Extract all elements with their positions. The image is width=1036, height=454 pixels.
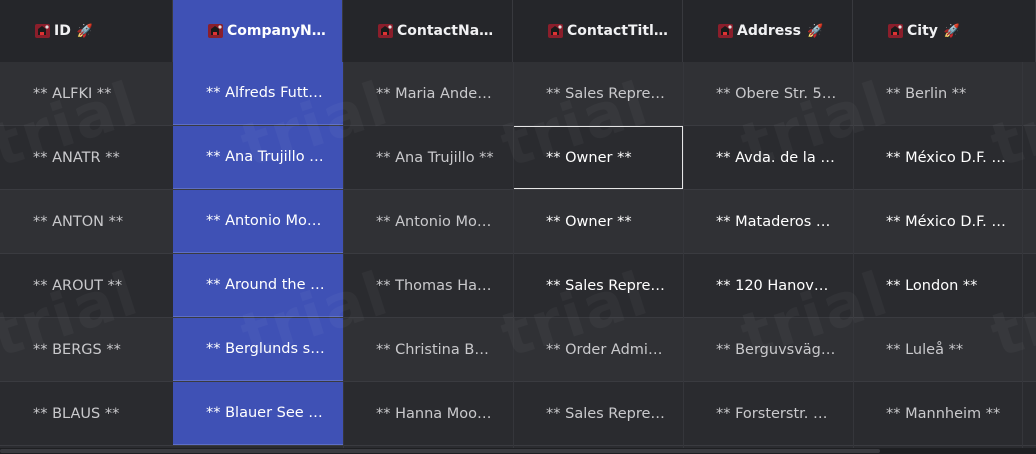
plant-icon <box>207 23 224 39</box>
column-divider <box>513 62 514 454</box>
grid-cell[interactable]: ** Maria Ande… <box>343 62 513 125</box>
column-header-3[interactable]: ContactNa… <box>343 0 513 62</box>
grid-cell[interactable]: ** Sales Repre… <box>513 62 683 125</box>
grid-cell[interactable]: ** Hanna Moo… <box>343 382 513 445</box>
column-divider <box>683 62 684 454</box>
column-divider <box>1022 62 1023 454</box>
column-header-1[interactable]: ID 🚀 <box>0 0 173 62</box>
column-header-label: City <box>907 23 938 39</box>
column-header-6[interactable]: City 🚀 <box>853 0 1036 62</box>
horizontal-scrollbar[interactable] <box>0 448 1036 454</box>
table-row[interactable]: ** ANTON ** ** Antonio Mo… ** Antonio Mo… *… <box>0 190 1036 254</box>
table-row[interactable]: ** ALFKI ** ** Alfreds Futt… ** Maria Ande… <box>0 62 1036 126</box>
grid-cell[interactable]: ** Mannheim ** <box>853 382 1023 445</box>
grid-cell[interactable]: ** Around the … <box>173 254 343 317</box>
column-header-5[interactable]: Address 🚀 <box>683 0 853 62</box>
grid-cell[interactable]: ** Mataderos … <box>683 190 853 253</box>
column-divider <box>343 62 344 454</box>
rocket-icon[interactable]: 🚀 <box>807 24 823 39</box>
grid-cell[interactable]: ** Berlin ** <box>853 62 1023 125</box>
grid-cell[interactable]: ** Blauer See … <box>173 382 343 445</box>
grid-cell[interactable]: ** Thomas Ha… <box>343 254 513 317</box>
plant-icon <box>547 23 564 39</box>
plant-icon <box>887 23 904 39</box>
table-row[interactable]: ** BLAUS ** ** Blauer See … ** Hanna Moo… *… <box>0 382 1036 446</box>
grid-cell[interactable]: ** Avda. de la … <box>683 126 853 189</box>
grid-cell[interactable]: ** Luleå ** <box>853 318 1023 381</box>
table-row[interactable]: ** AROUT ** ** Around the … ** Thomas Ha… *… <box>0 254 1036 318</box>
rocket-icon[interactable]: 🚀 <box>944 24 960 39</box>
grid-cell[interactable]: ** Antonio Mo… <box>173 190 343 253</box>
grid-cell[interactable]: ** México D.F. … <box>853 126 1023 189</box>
scrollbar-thumb[interactable] <box>0 449 880 453</box>
table-row[interactable]: ** ANATR ** ** Ana Trujillo … ** Ana Truji… <box>0 126 1036 190</box>
grid-cell[interactable]: ** Sales Repre… <box>513 254 683 317</box>
grid-cell[interactable]: ** Order Admi… <box>513 318 683 381</box>
grid-cell[interactable]: ** Ana Trujillo ** <box>343 126 513 189</box>
grid-cell[interactable]: ** ANTON ** <box>0 190 173 253</box>
data-grid: ID 🚀 CompanyN… ContactNa… ContactTitl… Addres… <box>0 0 1036 454</box>
column-header-label: ContactTitl… <box>567 23 668 39</box>
grid-cell[interactable]: ** Berglunds s… <box>173 318 343 381</box>
grid-cell[interactable]: ** México D.F. … <box>853 190 1023 253</box>
grid-cell[interactable]: ** ANATR ** <box>0 126 173 189</box>
grid-cell[interactable]: ** Antonio Mo… <box>343 190 513 253</box>
grid-cell[interactable]: ** Ana Trujillo … <box>173 126 343 189</box>
grid-cell[interactable]: ** Alfreds Futt… <box>173 62 343 125</box>
grid-header: ID 🚀 CompanyN… ContactNa… ContactTitl… Addres… <box>0 0 1036 62</box>
grid-cell[interactable]: ** Owner ** <box>513 190 683 253</box>
grid-cell[interactable]: ** Forsterstr. … <box>683 382 853 445</box>
grid-cell[interactable]: ** Sales Repre… <box>513 382 683 445</box>
table-row[interactable]: ** BERGS ** ** Berglunds s… ** Christina B… <box>0 318 1036 382</box>
grid-cell[interactable]: ** 120 Hanov… <box>683 254 853 317</box>
grid-cell[interactable]: ** BLAUS ** <box>0 382 173 445</box>
grid-cell[interactable]: ** ALFKI ** <box>0 62 173 125</box>
column-header-label: ContactNa… <box>397 23 494 39</box>
column-header-4[interactable]: ContactTitl… <box>513 0 683 62</box>
column-header-2[interactable]: CompanyN… <box>173 0 343 62</box>
plant-icon <box>34 23 51 39</box>
grid-cell[interactable]: ** AROUT ** <box>0 254 173 317</box>
grid-cell[interactable]: ** BERGS ** <box>0 318 173 381</box>
grid-cell[interactable]: ** Berguvsväg… <box>683 318 853 381</box>
grid-cell[interactable]: ** Obere Str. 5… <box>683 62 853 125</box>
column-divider <box>853 62 854 454</box>
column-header-label: CompanyN… <box>227 23 326 39</box>
plant-icon <box>377 23 394 39</box>
rocket-icon[interactable]: 🚀 <box>77 24 93 39</box>
plant-icon <box>717 23 734 39</box>
grid-cell[interactable]: ** London ** <box>853 254 1023 317</box>
column-header-label: ID <box>54 23 71 39</box>
grid-cell[interactable]: ** Christina B… <box>343 318 513 381</box>
column-header-label: Address <box>737 23 801 39</box>
grid-cell[interactable]: ** Owner ** <box>513 126 683 189</box>
